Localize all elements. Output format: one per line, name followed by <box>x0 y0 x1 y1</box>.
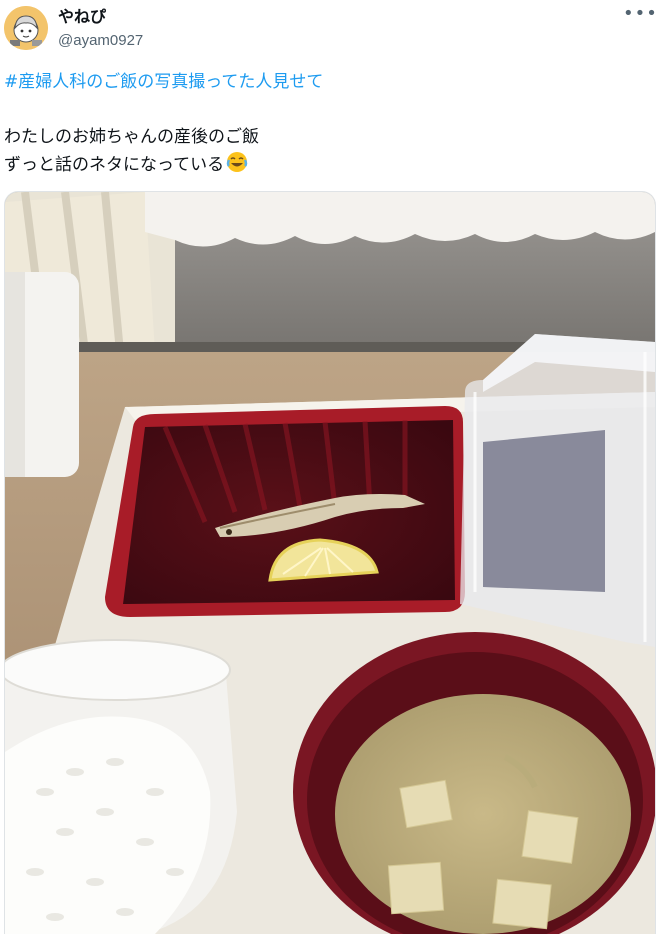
tweet-line: わたしのお姉ちゃんの産後のご飯 <box>4 127 259 147</box>
tweet-header: やねぴ @ayam0927 ••• <box>0 0 661 56</box>
face-with-tears-of-joy-icon <box>226 151 248 182</box>
meal-tray-photo <box>5 192 655 934</box>
tweet-text: わたしのお姉ちゃんの産後のご飯 ずっと話のネタになっている <box>4 124 259 182</box>
tweet-line-with-emoji: ずっと話のネタになっている <box>4 151 259 182</box>
author-display-name[interactable]: やねぴ <box>58 7 106 27</box>
author-handle[interactable]: @ayam0927 <box>58 31 143 51</box>
tweet-photo[interactable] <box>4 191 656 934</box>
tweet-line: ずっと話のネタになっている <box>4 155 225 175</box>
avatar[interactable] <box>4 6 48 50</box>
more-dots-icon[interactable]: ••• <box>623 4 657 28</box>
hashtag-link[interactable]: #産婦人科のご飯の写真撮ってた人見せて <box>4 70 323 94</box>
avatar-illustration-icon <box>4 6 48 50</box>
